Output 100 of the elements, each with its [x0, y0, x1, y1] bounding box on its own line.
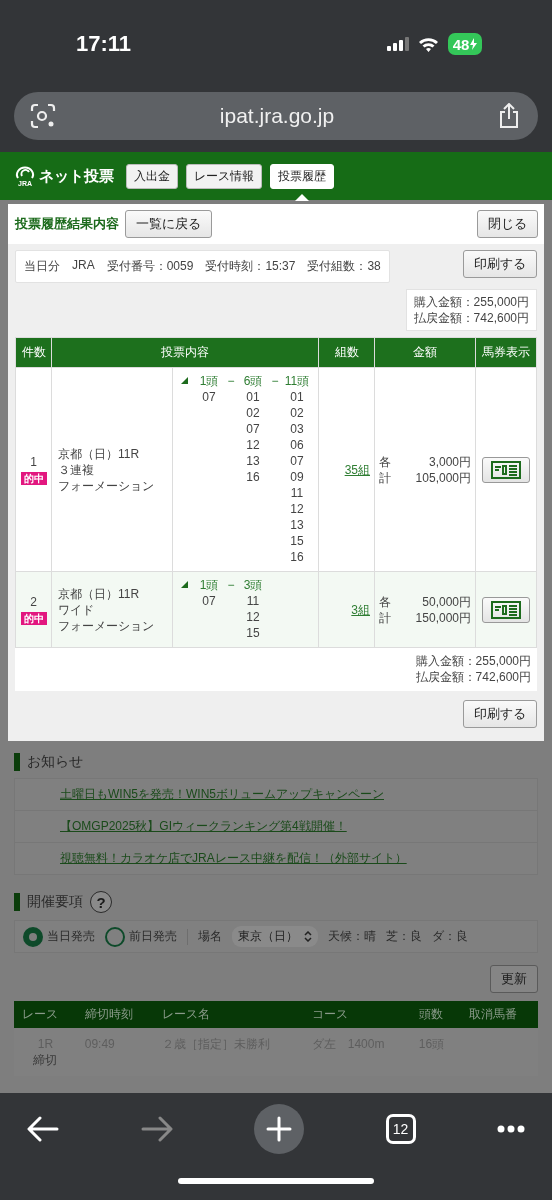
horse-number: 06 [290, 437, 304, 453]
forward-button[interactable] [140, 1116, 173, 1142]
leg-header: 1頭 [199, 373, 219, 389]
column-header: レース名 [154, 1001, 304, 1028]
horse-number: 07 [202, 593, 216, 609]
separator: − [270, 373, 280, 389]
ticket-icon [491, 460, 521, 479]
ticket-button[interactable] [482, 456, 530, 483]
condition-text: 天候：晴 [328, 928, 376, 945]
nav-tab[interactable]: 投票履歴 [270, 163, 334, 189]
section-marker [14, 753, 20, 771]
back-button[interactable]: 一覧に戻る [125, 210, 212, 238]
plus-icon [266, 1116, 292, 1142]
column-header: 締切時刻 [76, 1001, 154, 1028]
column-header: 取消馬番 [460, 1001, 538, 1028]
amount-value: 150,000円 [414, 609, 471, 626]
leg-header: 3頭 [243, 577, 263, 593]
bet-detail: 京都（日）11R [58, 585, 141, 602]
leg-header: 1頭 [199, 577, 219, 593]
horse-number: 11 [246, 593, 260, 609]
amount-value: 105,000円 [414, 469, 471, 486]
combo-link[interactable]: 35組 [344, 462, 370, 477]
horse-number: 12 [290, 501, 304, 517]
horse-number: 11 [290, 485, 304, 501]
column-header: 馬券表示 [475, 337, 537, 368]
receipt-field: 受付番号：0059 [106, 258, 194, 275]
condition-text: 芝：良 [386, 928, 422, 945]
print-button[interactable]: 印刷する [463, 700, 537, 728]
battery-level: 48 [452, 35, 470, 53]
chevron-icon [304, 931, 312, 942]
wifi-icon [418, 36, 439, 52]
row-number: 1 [30, 454, 37, 470]
dialog-title: 投票履歴結果内容 [15, 215, 119, 233]
horse-number: 07 [246, 421, 260, 437]
row-number: 2 [30, 594, 37, 610]
horse-number: 13 [246, 453, 260, 469]
horse-number: 02 [246, 405, 260, 421]
bet-detail: ワイド [58, 601, 95, 618]
horse-number: 01 [246, 389, 260, 405]
horse-number: 13 [290, 517, 304, 533]
horse-number: 07 [202, 389, 216, 405]
print-button[interactable]: 印刷する [463, 250, 537, 278]
tab-count-button[interactable]: 12 [385, 1114, 416, 1144]
amount-label: 各 [379, 453, 391, 470]
horse-number: 15 [290, 533, 304, 549]
close-button[interactable]: 閉じる [477, 210, 538, 238]
radio-label: 当日発売 [47, 928, 95, 945]
clock: 17:11 [76, 31, 132, 57]
amount-label: 計 [379, 469, 391, 486]
amount-label: 計 [379, 609, 391, 626]
total-amount: 払戻金額：742,600円 [413, 310, 529, 326]
logo-text: ネット投票 [39, 166, 114, 186]
section-title: 開催要項 [27, 893, 83, 911]
help-button[interactable]: ? [90, 891, 112, 913]
logo-icon [14, 164, 36, 180]
horse-number: 15 [246, 625, 260, 641]
hit-badge: 的中 [20, 472, 47, 485]
column-header: 組数 [318, 337, 375, 368]
more-button[interactable] [497, 1125, 525, 1133]
new-tab-button[interactable] [254, 1104, 304, 1154]
amount-value: 50,000円 [421, 593, 471, 610]
bet-detail: フォーメーション [58, 617, 155, 634]
triangle-icon [181, 581, 188, 588]
horse-number: 16 [290, 549, 304, 565]
url-text: ipat.jra.go.jp [219, 104, 335, 128]
ticket-icon [491, 600, 521, 619]
radio-button[interactable] [23, 926, 43, 947]
forward-arrow-icon [140, 1116, 173, 1142]
hit-badge: 的中 [20, 612, 47, 625]
horse-number: 03 [290, 421, 304, 437]
section-marker [14, 893, 20, 911]
horse-number: 07 [290, 453, 304, 469]
receipt-field: 当日分 [24, 258, 60, 275]
amount-value: 3,000円 [427, 453, 471, 470]
horse-number: 09 [290, 469, 304, 485]
radio-label: 前日発売 [129, 928, 177, 945]
horse-number: 16 [246, 469, 260, 485]
nav-tab[interactable]: レース情報 [186, 163, 262, 189]
refresh-button[interactable]: 更新 [490, 965, 538, 993]
receipt-field: 受付組数：38 [307, 258, 381, 275]
receipt-field: JRA [72, 258, 95, 275]
radio-button[interactable] [105, 926, 125, 947]
bolt-icon [470, 38, 478, 50]
total-amount: 購入金額：255,000円 [413, 294, 529, 310]
address-bar[interactable]: ipat.jra.go.jp [14, 92, 538, 140]
horse-number: 01 [290, 389, 304, 405]
lens-icon[interactable] [30, 103, 56, 129]
venue-select[interactable]: 東京（日） [232, 926, 318, 947]
combo-link[interactable]: 3組 [351, 602, 370, 617]
column-header: レース [14, 1001, 77, 1028]
nav-tab[interactable]: 入出金 [126, 163, 178, 189]
horse-number: 12 [246, 609, 260, 625]
share-icon[interactable] [498, 103, 520, 129]
back-arrow-icon [27, 1116, 59, 1142]
back-button[interactable] [27, 1116, 59, 1142]
horse-number: 02 [290, 405, 304, 421]
column-header: 投票内容 [51, 337, 319, 368]
triangle-icon [181, 377, 188, 384]
column-header: 頭数 [410, 1001, 461, 1028]
ticket-button[interactable] [482, 596, 530, 623]
